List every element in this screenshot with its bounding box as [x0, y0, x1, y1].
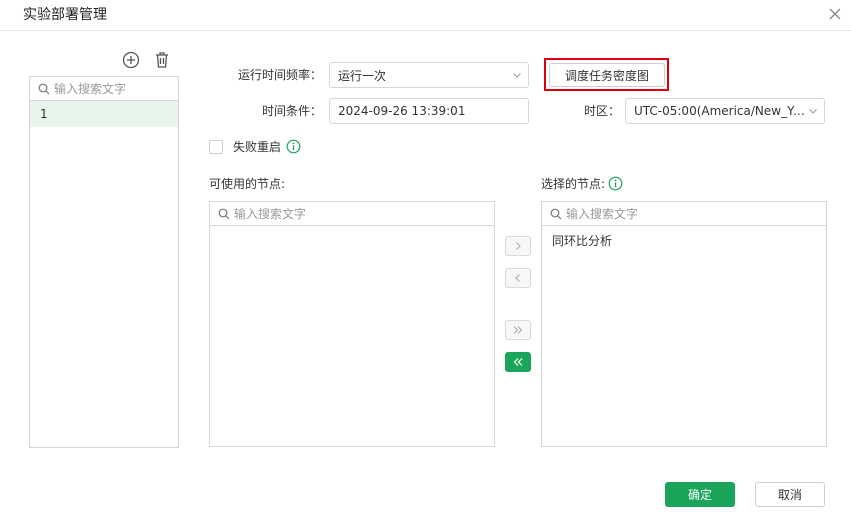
- chevron-down-icon: [513, 73, 521, 78]
- selected-nodes-pane: 同环比分析: [541, 201, 827, 447]
- time-condition-label: 时间条件：: [261, 104, 322, 118]
- dialog-title: 实验部署管理: [23, 7, 107, 23]
- list-item[interactable]: 同环比分析: [542, 230, 826, 252]
- header-divider: [0, 30, 851, 31]
- move-right-button[interactable]: [505, 236, 531, 256]
- frequency-label: 运行时间频率：: [237, 68, 322, 82]
- chevron-down-icon: [809, 109, 817, 114]
- list-item[interactable]: 1: [30, 101, 178, 127]
- highlight-box: [544, 58, 669, 91]
- chevron-left-icon: [515, 274, 520, 282]
- experiment-search-input[interactable]: [54, 81, 178, 96]
- close-icon[interactable]: [826, 5, 844, 23]
- search-icon: [550, 208, 562, 219]
- available-search: [210, 202, 494, 226]
- available-search-input[interactable]: [234, 206, 494, 221]
- retry-checkbox[interactable]: [209, 140, 223, 154]
- info-icon[interactable]: [286, 139, 301, 154]
- add-circle-icon[interactable]: [121, 50, 141, 70]
- list-item-label: 1: [40, 107, 48, 121]
- experiment-search: [30, 77, 178, 101]
- confirm-button[interactable]: 确定: [665, 482, 735, 507]
- available-nodes-pane: [209, 201, 495, 447]
- frequency-value: 运行一次: [338, 68, 387, 83]
- move-all-left-button[interactable]: [505, 352, 531, 372]
- frequency-select[interactable]: 运行一次: [329, 62, 529, 88]
- selected-search: [542, 202, 826, 226]
- timezone-select[interactable]: UTC-05:00(America/New_York ...: [625, 98, 825, 124]
- trash-icon[interactable]: [152, 50, 172, 70]
- selected-search-input[interactable]: [566, 206, 826, 221]
- experiment-list-panel: 1: [29, 76, 179, 448]
- move-left-button[interactable]: [505, 268, 531, 288]
- move-all-right-button[interactable]: [505, 320, 531, 340]
- search-icon: [38, 83, 50, 94]
- time-condition-input[interactable]: 2024-09-26 13:39:01: [329, 98, 529, 124]
- double-chevron-left-icon: [513, 358, 523, 366]
- timezone-label: 时区：: [583, 104, 620, 118]
- search-icon: [218, 208, 230, 219]
- selected-nodes-label: 选择的节点:: [541, 177, 606, 191]
- retry-label: 失败重启: [233, 140, 282, 154]
- available-nodes-label: 可使用的节点:: [209, 177, 286, 191]
- timezone-value: UTC-05:00(America/New_York ...: [634, 104, 808, 118]
- chevron-right-icon: [516, 242, 521, 250]
- double-chevron-right-icon: [513, 326, 523, 334]
- cancel-button[interactable]: 取消: [755, 482, 825, 507]
- info-icon[interactable]: [608, 176, 623, 191]
